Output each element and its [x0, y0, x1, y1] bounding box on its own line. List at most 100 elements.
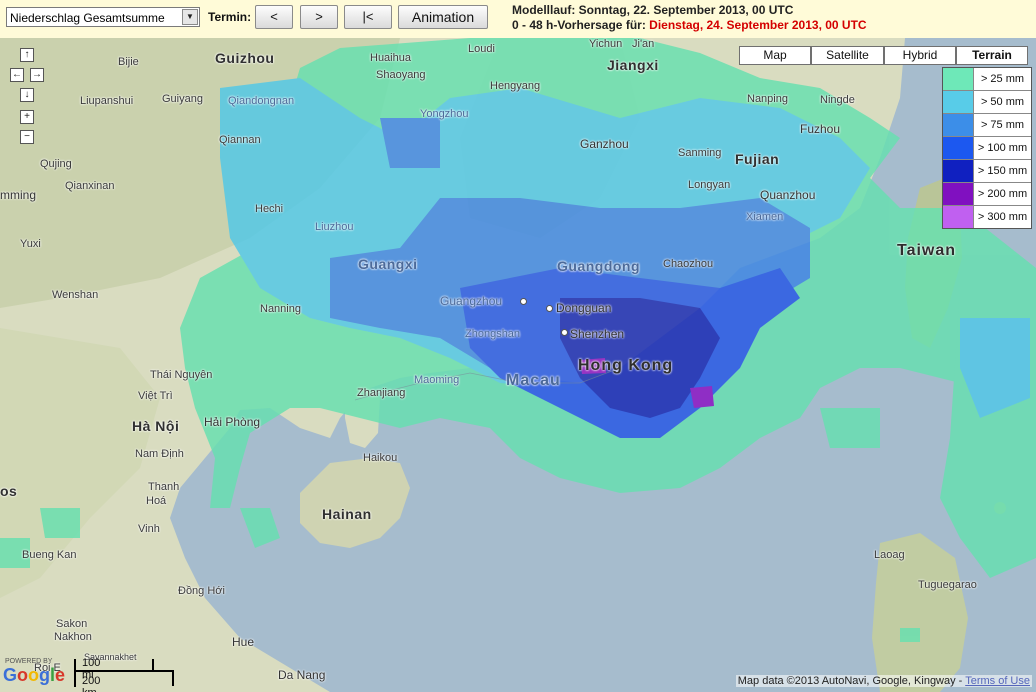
place-label: Liupanshui — [80, 95, 134, 107]
legend-label: > 25 mm — [980, 73, 1025, 85]
legend-swatch — [943, 137, 974, 159]
place-label: Hengyang — [490, 80, 541, 92]
place-label: Yichun — [589, 38, 623, 50]
google-logo-text: Google — [3, 665, 66, 685]
place-label: Fuzhou — [800, 122, 841, 136]
place-label: Bueng Kan — [22, 549, 77, 561]
legend-label: > 300 mm — [977, 211, 1028, 223]
arrow-down-icon[interactable]: ↓ — [20, 88, 34, 102]
google-logo[interactable]: POWERED BY Google — [3, 658, 65, 686]
product-select[interactable]: Niederschlag Gesamtsumme ▼ — [6, 7, 200, 27]
legend-swatch — [943, 183, 974, 205]
place-label: Chaozhou — [663, 258, 714, 270]
scale-km: 200 km — [82, 675, 101, 692]
legend-label: > 75 mm — [980, 119, 1025, 131]
legend-swatch — [943, 114, 974, 136]
scale-tick — [74, 659, 76, 687]
place-label: Liuzhou — [315, 221, 354, 233]
place-label: mming — [0, 188, 37, 202]
map-type-map-button[interactable]: Map — [739, 46, 811, 65]
scale-tick — [172, 670, 174, 686]
place-label: Yuxi — [20, 238, 41, 250]
place-label: Ganzhou — [580, 137, 629, 151]
city-dot — [546, 305, 553, 312]
product-select-value: Niederschlag Gesamtsumme — [10, 11, 165, 25]
place-label: Guangzhou — [440, 294, 503, 308]
place-label: Xiamen — [746, 211, 784, 223]
legend-swatch — [943, 68, 974, 90]
minus-icon[interactable]: − — [20, 130, 34, 144]
legend-row: > 75 mm — [943, 113, 1031, 136]
place-label: Quanzhou — [760, 188, 816, 202]
place-label: Hong Kong — [578, 357, 674, 374]
place-label: Zhanjiang — [357, 387, 406, 399]
legend-row: > 300 mm — [943, 205, 1031, 228]
place-label: Nakhon — [54, 631, 92, 643]
first-button[interactable]: |< — [344, 5, 392, 29]
scale-line — [74, 670, 174, 672]
place-label: Qujing — [40, 158, 72, 170]
place-label: Maoming — [414, 374, 460, 386]
map-type-terrain-button[interactable]: Terrain — [956, 46, 1028, 65]
arrow-up-icon[interactable]: ↑ — [20, 48, 34, 62]
place-label: Laoag — [874, 549, 905, 561]
place-label: Nanning — [260, 303, 301, 315]
legend-swatch — [943, 206, 974, 228]
powered-by-text: POWERED BY — [5, 658, 53, 665]
previous-button[interactable]: < — [255, 5, 293, 29]
place-label: Zhongshan — [465, 328, 521, 340]
legend-label: > 150 mm — [977, 165, 1028, 177]
termin-label: Termin: — [208, 10, 252, 24]
place-label: Sanming — [678, 147, 722, 159]
map-type-hybrid-button[interactable]: Hybrid — [884, 46, 956, 65]
place-label: Taiwan — [897, 242, 957, 259]
place-label: Da Nang — [278, 668, 326, 682]
place-label: Ningde — [820, 94, 855, 106]
place-label: Qianxinan — [65, 180, 115, 192]
place-label: Thái Nguyên — [150, 369, 213, 381]
place-label: Yongzhou — [420, 108, 469, 120]
place-label: Việt Trì — [138, 390, 173, 402]
legend-row: > 150 mm — [943, 159, 1031, 182]
place-label: Guangdong — [557, 258, 641, 274]
arrow-left-icon[interactable]: ← — [10, 68, 24, 82]
legend-label: > 100 mm — [977, 142, 1028, 154]
legend-swatch — [943, 160, 974, 182]
place-label: Macau — [506, 372, 561, 389]
arrow-right-icon[interactable]: → — [30, 68, 44, 82]
legend-row: > 50 mm — [943, 90, 1031, 113]
place-label: Bijie — [118, 56, 139, 68]
scale-tick — [152, 659, 154, 671]
place-label: Tuguegarao — [918, 579, 977, 591]
plus-icon[interactable]: + — [20, 110, 34, 124]
city-dot — [561, 329, 568, 336]
map-canvas[interactable]: Guizhou Bijie Liupanshui Guiyang Qiandon… — [0, 38, 1036, 692]
place-label: Hue — [232, 635, 255, 649]
place-label: Loudi — [468, 43, 495, 55]
animation-button[interactable]: Animation — [398, 5, 488, 29]
terms-of-use-link[interactable]: Terms of Use — [965, 675, 1030, 687]
place-label: Ji'an — [632, 38, 655, 50]
place-label: Nanping — [747, 93, 788, 105]
legend-row: > 200 mm — [943, 182, 1031, 205]
terrain-base — [0, 38, 1036, 692]
place-label: Shaoyang — [376, 69, 426, 81]
place-label: os — [0, 483, 18, 499]
legend-row: > 100 mm — [943, 136, 1031, 159]
place-label: Jiangxi — [607, 57, 659, 73]
legend-label: > 200 mm — [977, 188, 1028, 200]
place-label: Qiannan — [219, 134, 261, 146]
next-button[interactable]: > — [300, 5, 338, 29]
chevron-down-icon[interactable]: ▼ — [182, 9, 198, 25]
place-label: Hainan — [322, 506, 372, 522]
place-label: Guangxi — [358, 256, 418, 272]
place-label: Đồng Hới — [178, 585, 225, 597]
place-label: Qiandongnan — [228, 95, 295, 107]
place-label: Hải Phòng — [204, 415, 261, 429]
forecast-prefix: 0 - 48 h-Vorhersage für: — [512, 18, 650, 32]
map-type-satellite-button[interactable]: Satellite — [811, 46, 884, 65]
model-run-text: Modelllauf: Sonntag, 22. September 2013,… — [512, 3, 794, 17]
place-label: Shenzhen — [570, 327, 625, 341]
place-label: Hoá — [146, 495, 167, 507]
place-label: Guiyang — [162, 93, 203, 105]
